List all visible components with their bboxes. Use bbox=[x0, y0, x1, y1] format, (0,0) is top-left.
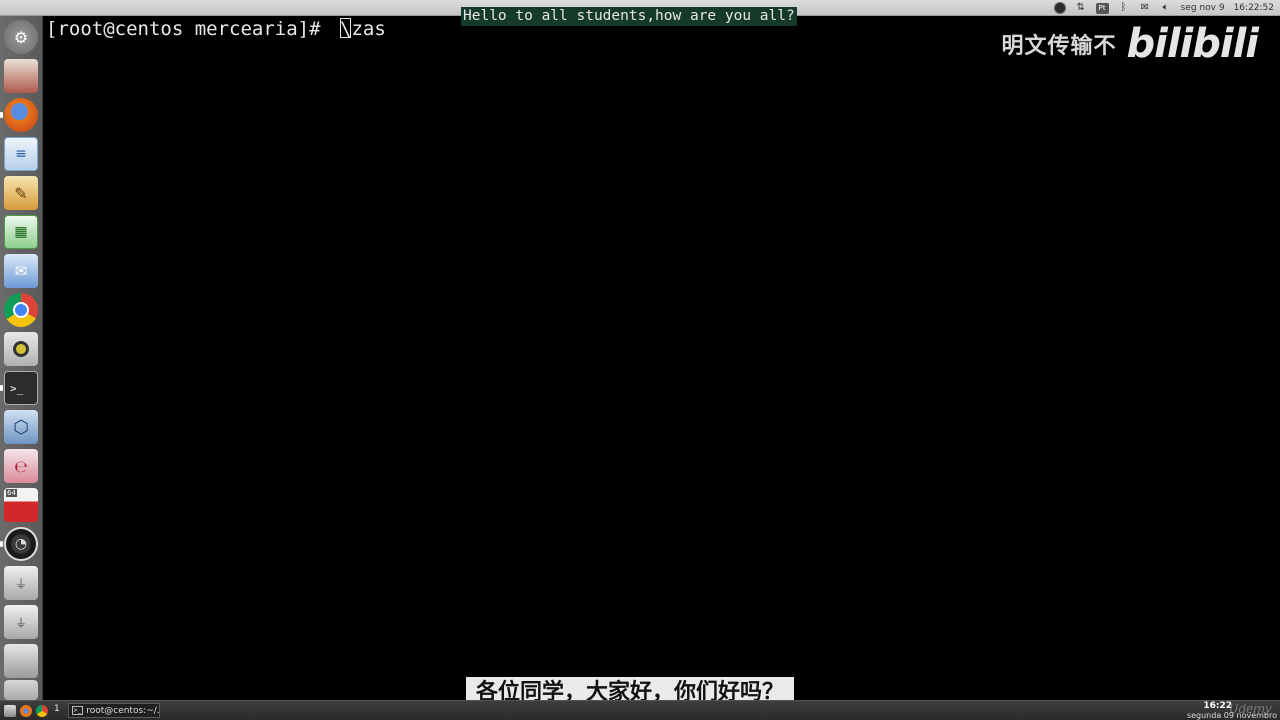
launcher-virtualbox[interactable]: ⬡ bbox=[4, 410, 38, 444]
usb-drive-icon: ⏚ bbox=[4, 605, 38, 639]
ubuntu-logo-icon: ⚙ bbox=[4, 20, 38, 54]
writer-document-icon: ≡ bbox=[4, 137, 38, 171]
launcher-terminal[interactable]: >_ bbox=[0, 371, 38, 405]
firefox-icon bbox=[4, 98, 38, 132]
terminal-window[interactable]: [root@centos mercearia]# \zas bbox=[43, 16, 1280, 700]
file-cabinet-icon bbox=[4, 59, 38, 93]
system-tray: ⇅ Pt ᛒ ✉ 🔈︎ seg nov 9 16:22:52 bbox=[1053, 0, 1274, 16]
speaker-icon bbox=[4, 332, 38, 366]
redhat-64-icon: 64 bbox=[4, 488, 38, 522]
chrome-icon bbox=[4, 293, 38, 327]
bilibili-logo: bilibili bbox=[1126, 21, 1259, 67]
obs-studio-icon: ◔ bbox=[4, 527, 38, 561]
mail-icon[interactable]: ✉ bbox=[1139, 2, 1151, 14]
terminal-icon: >_ bbox=[72, 706, 84, 715]
text-editor-icon: ✎ bbox=[4, 176, 38, 210]
launcher-remmina[interactable]: ℮ bbox=[4, 449, 38, 483]
watermark-text: 明文传输不 bbox=[1001, 34, 1117, 59]
video-watermark: 明文传输不 bilibili bbox=[1001, 21, 1259, 67]
launcher-firefox[interactable] bbox=[0, 98, 38, 132]
network-icon[interactable]: ⇅ bbox=[1075, 2, 1087, 14]
mail-client-icon: ✉ bbox=[4, 254, 38, 288]
launcher-usb-drive-2[interactable]: ⏚ bbox=[4, 605, 38, 639]
show-desktop-icon[interactable] bbox=[4, 705, 16, 717]
launcher-speaker[interactable] bbox=[4, 332, 38, 366]
bottom-taskbar: 1 >_ root@centos:~/... Udemy 16:22 segun… bbox=[0, 700, 1280, 720]
launcher-writer[interactable]: ≡ bbox=[4, 137, 38, 171]
taskbar-clock-time[interactable]: 16:22 bbox=[1203, 701, 1232, 711]
firefox-icon[interactable] bbox=[20, 705, 32, 717]
launcher-files[interactable] bbox=[4, 59, 38, 93]
typed-command: \zas bbox=[340, 18, 386, 40]
app-launcher: ⚙ ≡ ✎ ▦ ✉ >_ ⬡ ℮ 64 ◔ ⏚ ⏚ bbox=[0, 16, 43, 700]
workspace-number[interactable]: 1 bbox=[54, 704, 60, 714]
launcher-chrome[interactable] bbox=[4, 293, 38, 327]
launcher-calc[interactable]: ▦ bbox=[4, 215, 38, 249]
launcher-redhat[interactable]: 64 bbox=[4, 488, 38, 522]
taskbar-clock-date[interactable]: segunda 09 novembro bbox=[1187, 711, 1277, 720]
launcher-mail[interactable]: ✉ bbox=[4, 254, 38, 288]
launcher-obs[interactable]: ◔ bbox=[0, 527, 38, 561]
terminal-icon: >_ bbox=[4, 371, 38, 405]
running-indicator bbox=[0, 385, 3, 391]
task-label: root@centos:~/... bbox=[86, 705, 159, 716]
keyboard-layout-indicator[interactable]: Pt bbox=[1095, 2, 1109, 14]
terminal-line: [root@centos mercearia]# \zas bbox=[46, 17, 386, 41]
desktop-screen: ⇅ Pt ᛒ ✉ 🔈︎ seg nov 9 16:22:52 ⚙ ≡ ✎ ▦ ✉… bbox=[0, 0, 1280, 720]
obs-tray-icon[interactable] bbox=[1053, 2, 1066, 14]
bluetooth-icon[interactable]: ᛒ bbox=[1118, 2, 1130, 14]
launcher-text-editor[interactable]: ✎ bbox=[4, 176, 38, 210]
launcher-trash[interactable] bbox=[4, 680, 38, 700]
subtitle-english: Hello to all students,how are you all? bbox=[461, 7, 797, 26]
remmina-icon: ℮ bbox=[4, 449, 38, 483]
disk-drive-icon bbox=[4, 644, 38, 678]
virtualbox-cube-icon: ⬡ bbox=[4, 410, 38, 444]
shell-prompt: [root@centos mercearia]# bbox=[46, 18, 321, 40]
launcher-usb-drive-1[interactable]: ⏚ bbox=[4, 566, 38, 600]
trash-icon bbox=[4, 680, 38, 700]
running-indicator bbox=[0, 112, 3, 118]
tray-date[interactable]: seg nov 9 bbox=[1181, 3, 1225, 13]
dash-home-button[interactable]: ⚙ bbox=[4, 20, 38, 54]
spreadsheet-icon: ▦ bbox=[4, 215, 38, 249]
chrome-icon[interactable] bbox=[36, 705, 48, 717]
usb-drive-icon: ⏚ bbox=[4, 566, 38, 600]
launcher-disk-drive[interactable] bbox=[4, 644, 38, 678]
tray-clock[interactable]: 16:22:52 bbox=[1234, 3, 1274, 13]
volume-icon[interactable]: 🔈︎ bbox=[1160, 2, 1172, 14]
running-indicator bbox=[0, 541, 3, 547]
taskbar-terminal-button[interactable]: >_ root@centos:~/... bbox=[68, 703, 160, 718]
